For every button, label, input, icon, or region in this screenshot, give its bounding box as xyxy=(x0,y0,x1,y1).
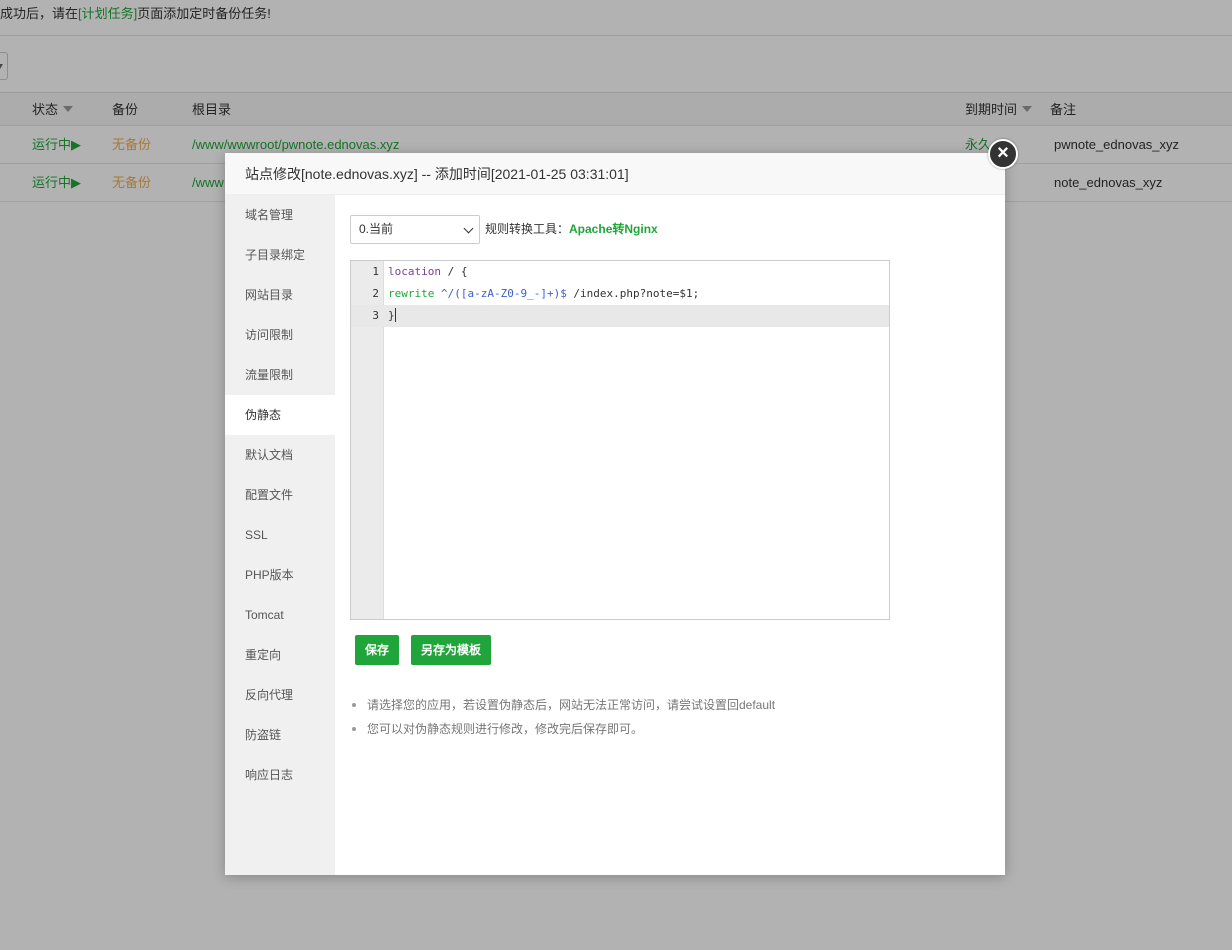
save-button[interactable]: 保存 xyxy=(355,635,400,665)
text-cursor xyxy=(394,308,396,322)
sidebar-item-default-doc[interactable]: 默认文档 xyxy=(225,435,335,475)
rewrite-tips: 请选择您的应用，若设置伪静态后，网站无法正常访问，请尝试设置回default 您… xyxy=(350,693,775,741)
sidebar-item-rewrite[interactable]: 伪静态 xyxy=(225,395,335,435)
save-as-template-button[interactable]: 另存为模板 xyxy=(411,635,492,665)
sidebar-item-hotlink[interactable]: 防盗链 xyxy=(225,715,335,755)
sidebar-item-traffic-limit[interactable]: 流量限制 xyxy=(225,355,335,395)
settings-sidebar: 域名管理 子目录绑定 网站目录 访问限制 流量限制 伪静态 默认文档 配置文件 … xyxy=(225,195,335,875)
convert-tool-label: 规则转换工具： xyxy=(485,222,570,236)
site-edit-dialog: 站点修改[note.ednovas.xyz] -- 添加时间[2021-01-2… xyxy=(225,139,1018,875)
tip-item: 您可以对伪静态规则进行修改，修改完后保存即可。 xyxy=(350,717,775,741)
convert-tool: 规则转换工具：Apache转Nginx xyxy=(485,215,658,244)
code-text: location / { xyxy=(388,265,468,278)
sidebar-item-site-dir[interactable]: 网站目录 xyxy=(225,275,335,315)
rule-select-value: 0.当前 xyxy=(359,222,394,236)
sidebar-item-redirect[interactable]: 重定向 xyxy=(225,635,335,675)
apache-to-nginx-link[interactable]: Apache转Nginx xyxy=(569,222,658,236)
line-number: 3 xyxy=(372,309,379,322)
code-text: rewrite ^/([a-zA-Z0-9_-]+)$ /index.php?n… xyxy=(388,287,700,300)
sidebar-item-tomcat[interactable]: Tomcat xyxy=(225,595,335,635)
sidebar-item-ssl[interactable]: SSL xyxy=(225,515,335,555)
sidebar-item-access-limit[interactable]: 访问限制 xyxy=(225,315,335,355)
code-line[interactable]: 1 location / { xyxy=(351,261,889,283)
code-line[interactable]: 3 } xyxy=(351,305,889,327)
sidebar-item-config-file[interactable]: 配置文件 xyxy=(225,475,335,515)
code-text: } xyxy=(388,308,396,322)
rewrite-rule-select[interactable]: 0.当前 xyxy=(350,215,480,244)
dialog-title: 站点修改[note.ednovas.xyz] -- 添加时间[2021-01-2… xyxy=(225,153,1005,195)
sidebar-item-reverse-proxy[interactable]: 反向代理 xyxy=(225,675,335,715)
tip-item: 请选择您的应用，若设置伪静态后，网站无法正常访问，请尝试设置回default xyxy=(350,693,775,717)
sidebar-item-domain[interactable]: 域名管理 xyxy=(225,195,335,235)
sidebar-item-php-version[interactable]: PHP版本 xyxy=(225,555,335,595)
close-icon[interactable]: × xyxy=(988,139,1018,169)
chevron-down-icon xyxy=(463,223,474,234)
rewrite-code-editor[interactable]: 1 location / { 2 rewrite ^/([a-zA-Z0-9_-… xyxy=(350,260,890,620)
rewrite-panel: 0.当前 规则转换工具：Apache转Nginx 1 location / { … xyxy=(335,195,1005,875)
sidebar-item-subdir[interactable]: 子目录绑定 xyxy=(225,235,335,275)
line-number: 2 xyxy=(372,287,379,300)
code-line[interactable]: 2 rewrite ^/([a-zA-Z0-9_-]+)$ /index.php… xyxy=(351,283,889,305)
line-number: 1 xyxy=(372,265,379,278)
sidebar-item-response-log[interactable]: 响应日志 xyxy=(225,755,335,795)
